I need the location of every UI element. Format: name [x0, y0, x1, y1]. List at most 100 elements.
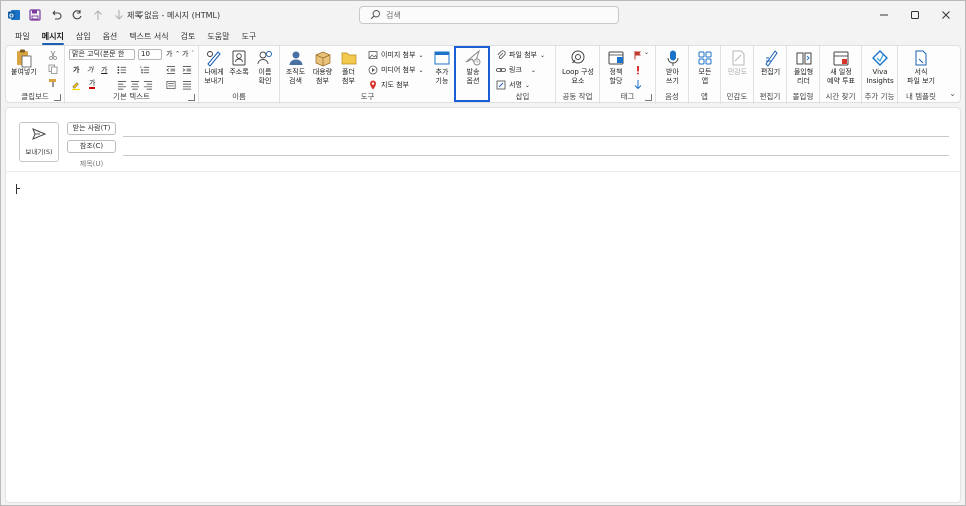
signature-icon	[496, 80, 506, 90]
group-label-insert: 삽입	[515, 92, 530, 101]
loop-component-button[interactable]: Loop 구성 요소	[557, 48, 599, 86]
search-box[interactable]: 검색	[359, 6, 619, 24]
cc-button[interactable]: 참조(C)	[67, 140, 116, 153]
font-size-combo[interactable]: 10	[138, 49, 162, 60]
highlight-icon[interactable]	[71, 80, 81, 90]
paste-button[interactable]: 붙여넣기	[11, 48, 37, 77]
group-label-immersive: 몰입형	[792, 92, 814, 101]
media-attach-button[interactable]: 미디어 첨부 ⌄	[368, 65, 423, 75]
all-apps-button[interactable]: 모든 앱	[692, 48, 718, 86]
tab-format-text[interactable]: 텍스트 서식	[123, 29, 174, 45]
paste-label: 붙여넣기	[11, 68, 37, 76]
immersive-reader-button[interactable]: 몰입형 리더	[790, 48, 817, 86]
attach-file-button[interactable]: 파일 첨부 ⌄	[496, 50, 545, 60]
check-names-button[interactable]: 이름 확인	[252, 48, 278, 86]
shrink-font-button[interactable]: 가ˇ	[182, 49, 194, 59]
tab-review[interactable]: 검토	[175, 29, 202, 45]
basic-text-launcher-icon[interactable]	[188, 94, 195, 101]
close-button[interactable]	[930, 5, 961, 25]
org-chart-icon	[285, 48, 307, 68]
body-cursor-tick	[16, 188, 20, 189]
clear-format-icon[interactable]	[182, 80, 192, 90]
addins-icon	[431, 48, 453, 68]
underline-button[interactable]: 가	[101, 65, 107, 75]
increase-indent-icon[interactable]	[182, 65, 192, 75]
title-bar: O 제목 없음 - 메시지 (HTML) 검색	[1, 1, 965, 29]
tags-launcher-icon[interactable]	[645, 94, 652, 101]
to-button[interactable]: 받는 사람(T)	[67, 122, 116, 135]
tab-file[interactable]: 파일	[9, 29, 36, 45]
down-arrow-icon[interactable]	[112, 8, 126, 22]
collapse-ribbon-icon[interactable]: ⌄	[949, 89, 956, 98]
tab-message[interactable]: 메시지	[36, 29, 70, 45]
styles-icon[interactable]	[166, 80, 176, 90]
to-field-line[interactable]	[123, 136, 949, 137]
editor-pen-icon	[760, 48, 782, 68]
italic-button[interactable]: 가	[87, 65, 93, 75]
dictate-button[interactable]: 받아 쓰기	[659, 48, 686, 86]
tab-tools[interactable]: 도구	[235, 29, 262, 45]
format-painter-icon[interactable]	[48, 78, 58, 88]
minimize-button[interactable]	[868, 5, 899, 25]
cut-icon[interactable]	[48, 50, 58, 60]
link-button[interactable]: 링크 ⌄	[496, 65, 536, 75]
up-arrow-icon[interactable]	[91, 8, 105, 22]
assign-policy-button[interactable]: 정책 할당	[603, 48, 629, 86]
copy-icon[interactable]	[48, 64, 58, 74]
editor-button[interactable]: 편집기	[757, 48, 784, 77]
tab-help[interactable]: 도움말	[201, 29, 235, 45]
maximize-button[interactable]	[899, 5, 930, 25]
flag-dropdown-icon[interactable]: ⌄	[644, 49, 649, 56]
low-importance-icon[interactable]	[633, 79, 643, 89]
follow-up-flag-icon[interactable]	[633, 50, 643, 60]
bold-button[interactable]: 가	[73, 65, 79, 75]
grow-font-button[interactable]: 가 ^	[166, 49, 180, 59]
font-name-combo[interactable]: 맑은 고딕(본문 한	[69, 49, 135, 60]
map-attach-button[interactable]: 지도 첨부	[368, 80, 409, 90]
undo-icon[interactable]	[49, 8, 63, 22]
align-left-icon[interactable]	[117, 80, 127, 90]
large-attach-button[interactable]: 대용량 첨부	[310, 48, 335, 86]
cc-field-line[interactable]	[123, 155, 949, 156]
map-pin-icon	[368, 80, 378, 90]
body-text-cursor[interactable]	[16, 184, 17, 194]
redo-icon[interactable]	[70, 8, 84, 22]
align-right-icon[interactable]	[143, 80, 153, 90]
sensitivity-button[interactable]: 민감도	[724, 48, 751, 77]
group-label-collaboration: 공동 작업	[562, 92, 593, 101]
view-templates-button[interactable]: 서식 파일 보기	[901, 48, 941, 86]
group-templates: 서식 파일 보기 내 템플릿	[898, 46, 944, 104]
scheduling-poll-button[interactable]: 새 일정 예약 투표	[822, 48, 860, 86]
signature-button[interactable]: 서명 ⌄	[496, 80, 530, 90]
address-book-label: 주소록	[229, 68, 249, 76]
tab-options[interactable]: 옵션	[97, 29, 124, 45]
high-importance-icon[interactable]	[633, 65, 643, 75]
send-label: 보내기(S)	[25, 148, 53, 156]
addins-button[interactable]: 추가 기능	[430, 48, 454, 86]
bullets-icon[interactable]	[117, 65, 127, 75]
send-to-self-button[interactable]: 나에게 보내기	[201, 48, 227, 86]
subject-label: 제목(U)	[79, 160, 104, 168]
image-attach-label: 이미지 첨부	[381, 51, 416, 59]
ribbon: 붙여넣기 클립보드 맑은 고딕(본문 한 10 가 ^ 가ˇ 가 가 가 가 기…	[5, 45, 961, 104]
address-book-icon	[228, 48, 250, 68]
numbering-icon[interactable]	[140, 65, 150, 75]
image-attach-button[interactable]: 이미지 첨부 ⌄	[368, 50, 423, 60]
tab-insert[interactable]: 삽입	[70, 29, 97, 45]
sensitivity-icon	[727, 48, 749, 68]
viva-insights-button[interactable]: Viva Insights	[865, 48, 895, 86]
clipboard-launcher-icon[interactable]	[54, 94, 61, 101]
address-book-button[interactable]: 주소록	[227, 48, 251, 77]
align-center-icon[interactable]	[130, 80, 140, 90]
org-search-button[interactable]: 조직도 검색	[283, 48, 308, 86]
font-color-button[interactable]: 가	[89, 79, 96, 89]
send-button[interactable]: 보내기(S)	[19, 122, 59, 162]
folder-attach-button[interactable]: 폴더 첨부	[336, 48, 361, 86]
decrease-indent-icon[interactable]	[166, 65, 176, 75]
large-attach-label: 대용량 첨부	[312, 68, 333, 85]
group-clipboard: 붙여넣기 클립보드	[6, 46, 65, 104]
save-icon[interactable]	[28, 8, 42, 22]
search-icon	[370, 9, 381, 23]
send-options-highlight	[454, 46, 490, 102]
group-label-basic-text: 기본 텍스트	[113, 92, 150, 101]
